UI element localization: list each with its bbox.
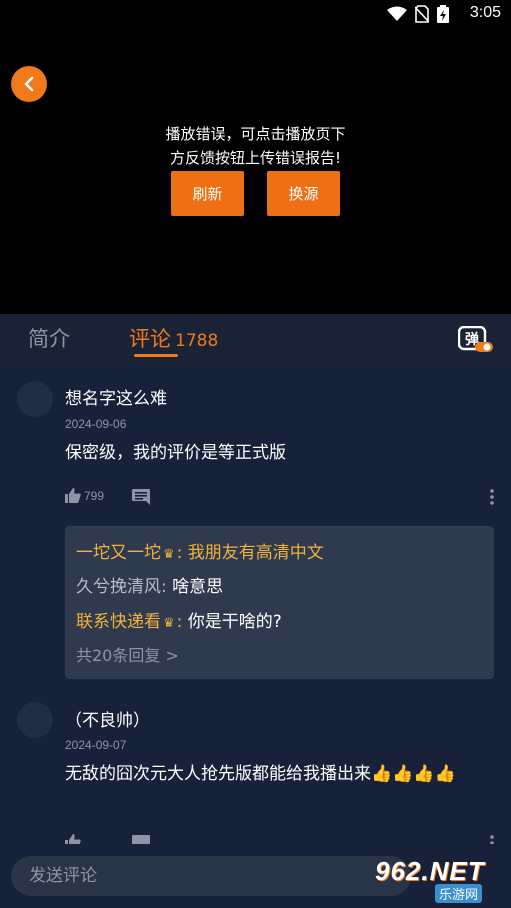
reply-button[interactable] bbox=[131, 488, 151, 510]
comment-actions: 799 bbox=[65, 488, 495, 508]
comment-list[interactable]: 想名字这么难 2024-09-06 保密级，我的评价是等正式版 799 一坨又一… bbox=[0, 364, 511, 844]
comment-date: 2024-09-06 bbox=[65, 417, 127, 431]
more-vertical-icon bbox=[490, 489, 494, 505]
watermark-sub: 乐游网 bbox=[435, 884, 483, 903]
danmu-icon: 弹 bbox=[457, 325, 493, 352]
active-tab-indicator bbox=[134, 354, 178, 357]
tab-intro[interactable]: 简介 bbox=[28, 323, 70, 353]
chevron-left-icon bbox=[24, 76, 34, 92]
avatar[interactable] bbox=[17, 702, 53, 738]
comment-username[interactable]: 想名字这么难 bbox=[65, 384, 167, 409]
reply-button[interactable] bbox=[131, 834, 151, 844]
comment-date: 2024-09-07 bbox=[65, 738, 127, 752]
status-icons bbox=[387, 5, 449, 23]
wifi-icon bbox=[387, 6, 407, 21]
reply-item: 一坨又一坨 ♛: 我朋友有高清中文 bbox=[76, 543, 324, 563]
view-all-replies-link[interactable]: 共20条回复 > bbox=[76, 642, 179, 666]
switch-source-button[interactable]: 换源 bbox=[267, 171, 340, 216]
like-count: 799 bbox=[84, 488, 105, 503]
reply-username[interactable]: 联系快递看 bbox=[76, 612, 161, 632]
reply-username[interactable]: 久兮挽清风 bbox=[76, 577, 161, 597]
site-watermark-logo: 962.NET 乐游网 bbox=[375, 856, 505, 903]
reply-username[interactable]: 一坨又一坨 bbox=[76, 543, 161, 563]
error-line-2: 方反馈按钮上传错误报告! bbox=[169, 149, 341, 167]
bottom-bar: 发送评论 962.NET 乐游网 bbox=[0, 844, 511, 908]
tab-comments-label: 评论 bbox=[129, 327, 171, 351]
vip-crown-icon: ♛ bbox=[163, 547, 175, 562]
reply-text: 你是干啥的? bbox=[187, 612, 282, 632]
thumbs-up-icon bbox=[65, 488, 81, 503]
danmu-toggle[interactable]: 弹 bbox=[457, 325, 494, 354]
watermark-main: 962.NET bbox=[375, 856, 485, 886]
comment-text: 无敌的囧次元大人抢先版都能给我播出来👍👍👍👍 bbox=[65, 760, 495, 788]
comment-input[interactable]: 发送评论 bbox=[11, 856, 411, 896]
reply-text: 啥意思 bbox=[172, 577, 224, 597]
comment-text: 保密级，我的评价是等正式版 bbox=[65, 443, 286, 463]
comment-text-body: 无敌的囧次元大人抢先版都能给我播出来 bbox=[65, 764, 371, 784]
more-options-button[interactable] bbox=[489, 488, 495, 510]
avatar[interactable] bbox=[17, 381, 53, 417]
comment-actions bbox=[65, 834, 495, 844]
reply-item: 久兮挽清风: 啥意思 bbox=[76, 577, 224, 597]
tabs-bar: 简介 评论 1788 bbox=[0, 314, 511, 364]
reply-text: 我朋友有高清中文 bbox=[187, 543, 324, 563]
thumbs-up-icon bbox=[65, 834, 81, 844]
error-message: 播放错误，可点击播放页下 方反馈按钮上传错误报告! bbox=[0, 122, 511, 170]
back-button[interactable] bbox=[11, 66, 47, 102]
tab-comments[interactable]: 评论 1788 bbox=[129, 323, 218, 353]
battery-charging-icon bbox=[437, 5, 449, 23]
comment-username[interactable]: （不良帅） bbox=[65, 706, 150, 731]
like-button[interactable] bbox=[65, 834, 81, 844]
more-options-button[interactable] bbox=[489, 834, 495, 844]
reply-item: 联系快递看 ♛: 你是干啥的? bbox=[76, 612, 282, 632]
like-button[interactable]: 799 bbox=[65, 488, 104, 503]
comment-icon bbox=[132, 835, 150, 844]
vip-crown-icon: ♛ bbox=[163, 616, 175, 631]
more-vertical-icon bbox=[490, 835, 494, 844]
comments-count: 1788 bbox=[175, 331, 219, 351]
status-bar: 3:05 bbox=[0, 0, 511, 28]
refresh-button[interactable]: 刷新 bbox=[171, 171, 244, 216]
clock: 3:05 bbox=[469, 4, 501, 21]
thumbs-up-emoji: 👍👍👍👍 bbox=[371, 764, 456, 784]
no-sim-icon bbox=[415, 5, 429, 23]
error-line-1: 播放错误，可点击播放页下 bbox=[165, 125, 346, 143]
comment-icon bbox=[132, 489, 150, 505]
reply-preview-box[interactable]: 一坨又一坨 ♛: 我朋友有高清中文 久兮挽清风: 啥意思 联系快递看 ♛: 你是干啥… bbox=[65, 526, 494, 679]
video-player[interactable]: 播放错误，可点击播放页下 方反馈按钮上传错误报告! 刷新 换源 bbox=[0, 28, 511, 314]
